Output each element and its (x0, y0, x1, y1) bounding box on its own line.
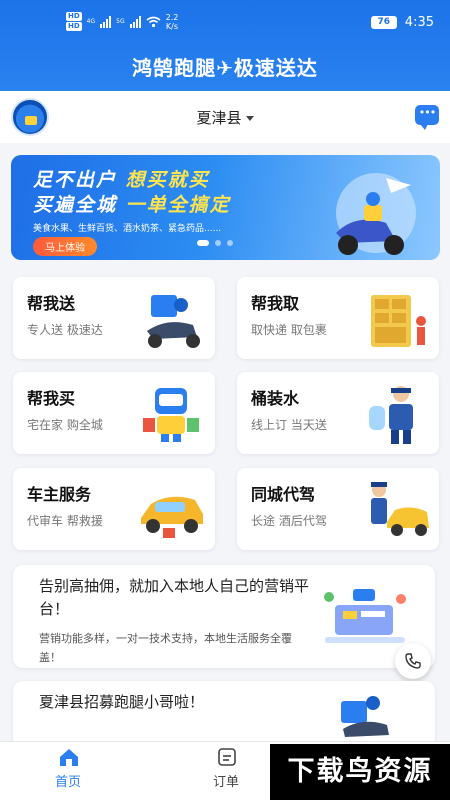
car-repair-icon (141, 496, 203, 538)
service-title: 车主服务 (27, 485, 92, 504)
net-speed-value: 2.2 (165, 12, 179, 22)
service-title: 帮我取 (251, 294, 300, 313)
orders-icon (218, 748, 236, 766)
hd-badge: HD (66, 22, 82, 31)
location-bar: 夏津县 (0, 91, 450, 143)
chevron-down-icon (245, 116, 254, 121)
tab-home[interactable]: 首页 (13, 742, 123, 800)
phone-icon[interactable] (395, 643, 431, 679)
signal-icon (129, 15, 141, 28)
service-subtitle: 长途 酒后代驾 (251, 514, 327, 528)
city-selector[interactable]: 夏津县 (0, 107, 450, 128)
app-header: HD HD 4G 5G 2.2 K/s 76 4:35 鸿鹄跑腿✈极速送达 (0, 0, 450, 91)
net-label: 4G (86, 17, 96, 25)
scooter-illustration (336, 173, 416, 255)
battery-icon: 76 (370, 16, 397, 29)
service-title: 帮我买 (27, 389, 76, 408)
service-title: 同城代驾 (251, 485, 316, 504)
banner-line2-white: 买遍全城 (33, 194, 126, 216)
service-title: 帮我送 (27, 294, 76, 313)
service-card-water[interactable]: 桶装水 线上订 当天送 (237, 372, 439, 454)
home-icon (60, 749, 78, 766)
banner-line1-yellow: 想买就买 (125, 169, 210, 191)
service-subtitle: 专人送 极速达 (27, 323, 103, 337)
service-card-pickup[interactable]: 帮我取 取快递 取包裹 (237, 277, 439, 359)
signal-icon (100, 15, 112, 28)
service-card-buy[interactable]: 帮我买 宅在家 购全城 (13, 372, 215, 454)
status-right: 76 4:35 (370, 15, 434, 30)
shopping-robot-icon (143, 388, 199, 442)
promo-title: 告别高抽佣，就加入本地人自己的营销平台！ (39, 577, 310, 618)
carousel-dots (197, 240, 233, 246)
status-bar: HD HD 4G 5G 2.2 K/s 76 4:35 (0, 0, 450, 46)
banner-line2: 买遍全城 一单全搞定 (33, 190, 231, 217)
promo-title: 夏津县招募跑腿小哥啦！ (39, 693, 205, 711)
service-title: 桶装水 (251, 389, 300, 408)
message-icon[interactable] (415, 105, 439, 130)
tab-label: 首页 (54, 775, 81, 790)
banner-subtitle: 美食水果、生鲜百货、酒水奶茶、紧急药品...... (33, 224, 222, 234)
wifi-icon (146, 16, 161, 27)
service-card-designated-driver[interactable]: 同城代驾 长途 酒后代驾 (237, 468, 439, 550)
net-speed: 2.2 K/s (166, 13, 179, 31)
try-now-button[interactable]: 马上体验 (33, 237, 97, 256)
hd-badges: HD HD (66, 12, 82, 31)
driver-car-icon (371, 482, 429, 536)
status-left: HD HD 4G 5G 2.2 K/s (66, 12, 178, 31)
tab-orders[interactable]: 订单 (171, 742, 281, 800)
delivery-scooter-icon (147, 295, 200, 348)
banner-line1: 足不出户 想买就买 (33, 165, 210, 192)
service-subtitle: 代审车 帮救援 (27, 514, 103, 528)
net-label: 5G (116, 17, 125, 25)
page-title: 鸿鹄跑腿✈极速送达 (132, 56, 318, 80)
watermark: 下载鸟资源 (270, 744, 450, 800)
city-name: 夏津县 (196, 109, 242, 127)
marketing-illustration (324, 589, 406, 643)
service-card-car-owner[interactable]: 车主服务 代审车 帮救援 (13, 468, 215, 550)
banner-line2-yellow: 一单全搞定 (125, 194, 231, 216)
parcel-locker-icon (371, 295, 426, 347)
service-card-send[interactable]: 帮我送 专人送 极速达 (13, 277, 215, 359)
courier-illustration (341, 696, 389, 737)
service-subtitle: 宅在家 购全城 (27, 418, 103, 432)
banner-line1-white: 足不出户 (33, 169, 126, 191)
net-speed-unit: K/s (165, 21, 179, 31)
hd-badge: HD (66, 12, 82, 21)
tab-label: 订单 (212, 775, 239, 790)
promo-banner[interactable]: 足不出户 想买就买 买遍全城 一单全搞定 美食水果、生鲜百货、酒水奶茶、紧急药品… (11, 155, 440, 260)
promo-card-marketing[interactable]: 告别高抽佣，就加入本地人自己的营销平台！ 营销功能多样，一对一技术支持，本地生活… (13, 565, 435, 668)
clock: 4:35 (404, 15, 434, 30)
service-subtitle: 线上订 当天送 (251, 418, 327, 432)
water-delivery-icon (369, 386, 413, 444)
promo-text: 营销功能多样，一对一技术支持，本地生活服务全覆盖！ (39, 632, 292, 664)
service-subtitle: 取快递 取包裹 (251, 323, 327, 337)
